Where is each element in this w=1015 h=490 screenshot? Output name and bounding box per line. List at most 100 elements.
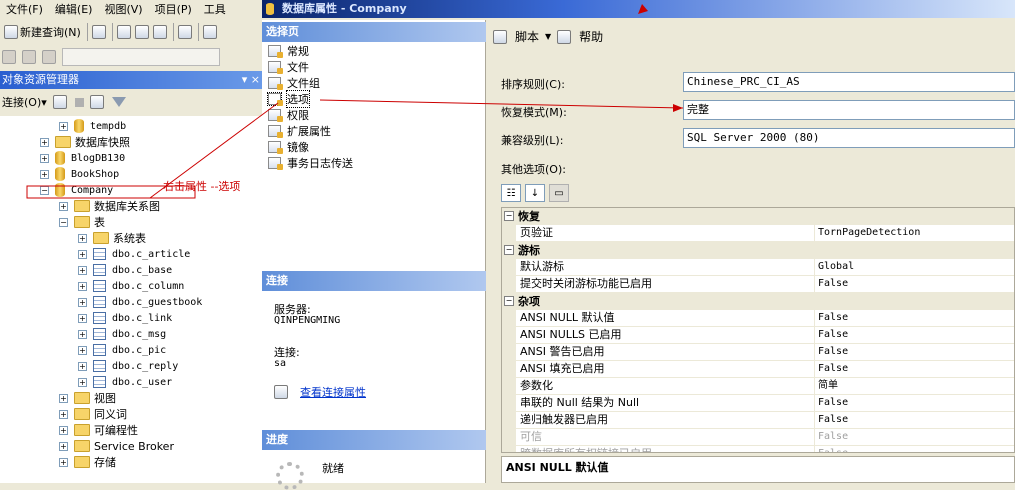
tree-node[interactable]: + 视图: [59, 390, 116, 406]
expand-icon[interactable]: +: [59, 425, 68, 435]
expand-icon[interactable]: +: [78, 249, 87, 259]
grid-row[interactable]: ANSI 填充已启用 False: [502, 361, 1014, 378]
tree-node[interactable]: + 系统表: [78, 230, 146, 246]
new-query-button[interactable]: 新建查询(N): [2, 22, 83, 42]
page-item[interactable]: 文件: [268, 59, 309, 74]
connect-server-icon[interactable]: [52, 95, 67, 109]
property-pages-icon[interactable]: ▭: [549, 184, 569, 202]
expand-icon[interactable]: +: [40, 137, 49, 147]
expand-icon[interactable]: +: [78, 297, 87, 307]
property-value[interactable]: False: [816, 395, 1014, 411]
filter-icon[interactable]: [111, 97, 126, 107]
page-item[interactable]: 常规: [268, 43, 309, 58]
field-value[interactable]: Chinese_PRC_CI_AS: [683, 72, 1015, 92]
refresh-icon[interactable]: [89, 95, 104, 109]
grid-row[interactable]: 递归触发器已启用 False: [502, 412, 1014, 429]
tree-node[interactable]: + BookShop: [40, 166, 119, 182]
chevron-down-icon[interactable]: ▼: [545, 32, 551, 41]
tree-node[interactable]: + dbo.c_link: [78, 310, 172, 326]
collapse-icon[interactable]: −: [504, 296, 514, 306]
grid-row[interactable]: 参数化 简单: [502, 378, 1014, 395]
page-item[interactable]: 选项: [267, 89, 310, 108]
grid-row[interactable]: ANSI NULL 默认值 False: [502, 310, 1014, 327]
page-item[interactable]: 权限: [268, 107, 309, 122]
grid-row[interactable]: 提交时关闭游标功能已启用 False: [502, 276, 1014, 293]
tree-node[interactable]: + dbo.c_msg: [78, 326, 166, 342]
grid-row[interactable]: 跨数据库所有权链接已启用False: [502, 446, 1014, 452]
sort-alpha-icon[interactable]: ↓: [525, 184, 545, 202]
tree-node[interactable]: + dbo.c_pic: [78, 342, 166, 358]
expand-icon[interactable]: +: [78, 345, 87, 355]
property-value[interactable]: 简单: [816, 378, 1014, 394]
expand-icon[interactable]: +: [78, 361, 87, 371]
page-item[interactable]: 扩展属性: [268, 123, 331, 138]
view-connection-properties[interactable]: 查看连接属性: [274, 384, 366, 400]
menu-item[interactable]: 编辑(E): [49, 1, 99, 17]
tree-node[interactable]: + dbo.c_column: [78, 278, 184, 294]
expand-icon[interactable]: +: [78, 377, 87, 387]
script-button[interactable]: 脚本: [515, 28, 539, 45]
tree-node[interactable]: + Service Broker: [59, 438, 174, 454]
collapse-icon[interactable]: −: [504, 245, 514, 255]
new-file-icon[interactable]: [91, 25, 106, 39]
change-connection-icon[interactable]: [42, 50, 56, 64]
page-item[interactable]: 文件组: [268, 75, 320, 90]
tree-node[interactable]: + BlogDB130: [40, 150, 125, 166]
grid-row[interactable]: 默认游标 Global: [502, 259, 1014, 276]
sqlce-query-icon[interactable]: [177, 25, 192, 39]
field-value[interactable]: SQL Server 2000 (80): [683, 128, 1015, 148]
tree-node[interactable]: + dbo.c_article: [78, 246, 190, 262]
expand-icon[interactable]: +: [59, 441, 68, 451]
xmla-query-icon[interactable]: [152, 25, 167, 39]
property-value[interactable]: False: [816, 344, 1014, 360]
expand-icon[interactable]: +: [59, 409, 68, 419]
tree-node[interactable]: + 可编程性: [59, 422, 138, 438]
collapse-icon[interactable]: −: [59, 217, 68, 227]
object-explorer-tree[interactable]: + tempdb + 数据库快照 + BlogDB130 + BookShop − Company…: [0, 116, 262, 483]
menu-item[interactable]: 视图(V): [98, 1, 148, 17]
tree-node[interactable]: + dbo.c_guestbook: [78, 294, 202, 310]
help-button[interactable]: 帮助: [579, 28, 603, 45]
tree-node[interactable]: − 表: [59, 214, 105, 230]
tree-node[interactable]: + tempdb: [59, 118, 126, 134]
property-value[interactable]: False: [816, 361, 1014, 377]
tree-node[interactable]: + 数据库关系图: [59, 198, 160, 214]
connect-icon[interactable]: [2, 50, 16, 64]
grid-category[interactable]: − 游标: [502, 242, 1014, 259]
grid-row[interactable]: 可信 False: [502, 429, 1014, 446]
tree-node[interactable]: + 存储: [59, 454, 116, 470]
grid-row[interactable]: ANSI NULLS 已启用 False: [502, 327, 1014, 344]
expand-icon[interactable]: +: [59, 457, 68, 467]
grid-category[interactable]: − 杂项: [502, 293, 1014, 310]
property-value[interactable]: False: [816, 327, 1014, 343]
expand-icon[interactable]: +: [40, 169, 49, 179]
expand-icon[interactable]: +: [59, 201, 68, 211]
expand-icon[interactable]: +: [59, 393, 68, 403]
field-value[interactable]: 完整: [683, 100, 1015, 120]
menu-item[interactable]: 工具: [198, 1, 232, 17]
menu-item[interactable]: 项目(P): [149, 1, 198, 17]
property-value[interactable]: False: [816, 310, 1014, 326]
grid-row[interactable]: 串联的 Null 结果为 Null False: [502, 395, 1014, 412]
expand-icon[interactable]: +: [78, 233, 87, 243]
page-item[interactable]: 镜像: [268, 139, 309, 154]
dmx-query-icon[interactable]: [134, 25, 149, 39]
tree-node[interactable]: + dbo.c_user: [78, 374, 172, 390]
grid-row[interactable]: 页验证 TornPageDetection: [502, 225, 1014, 242]
tree-node[interactable]: + 数据库快照: [40, 134, 130, 150]
property-value[interactable]: False: [816, 429, 1014, 445]
tree-node[interactable]: + dbo.c_base: [78, 262, 172, 278]
disconnect-icon[interactable]: [22, 50, 36, 64]
expand-icon[interactable]: +: [78, 281, 87, 291]
stop-icon[interactable]: [74, 97, 84, 107]
expand-icon[interactable]: +: [78, 329, 87, 339]
connect-dropdown[interactable]: 连接(O)▾: [2, 94, 47, 110]
database-combo[interactable]: [62, 48, 220, 66]
open-file-icon[interactable]: [202, 25, 217, 39]
panel-pin-close[interactable]: ▾ ×: [242, 71, 260, 89]
page-item[interactable]: 事务日志传送: [268, 155, 353, 170]
menu-item[interactable]: 文件(F): [0, 1, 49, 17]
collapse-icon[interactable]: −: [40, 185, 49, 195]
expand-icon[interactable]: +: [40, 153, 49, 163]
tree-node[interactable]: − Company: [40, 182, 113, 198]
